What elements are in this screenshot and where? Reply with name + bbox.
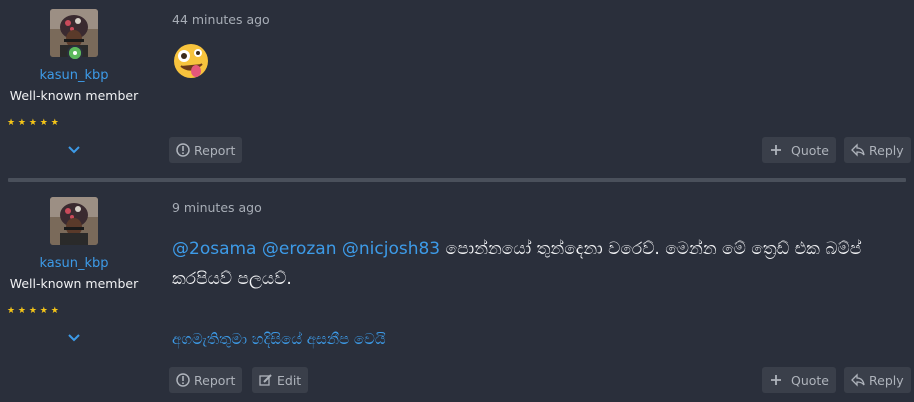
mention-link[interactable]: @erozan bbox=[262, 239, 337, 259]
quote-button[interactable]: Quote bbox=[762, 137, 837, 163]
edit-icon bbox=[259, 374, 272, 386]
avatar[interactable] bbox=[50, 197, 98, 245]
post-timestamp[interactable]: 44 minutes ago bbox=[172, 12, 270, 27]
reply-arrow-icon bbox=[851, 373, 865, 387]
report-button[interactable]: Report bbox=[169, 137, 243, 163]
post-content: @2osama @erozan @nicjosh83 පොන්නයෝ තුන්ද… bbox=[172, 234, 902, 294]
plus-icon bbox=[771, 145, 781, 155]
post-timestamp[interactable]: 9 minutes ago bbox=[172, 200, 262, 215]
user-title: Well-known member bbox=[9, 88, 139, 103]
edit-button[interactable]: Edit bbox=[252, 367, 309, 393]
message-post: kasun_kbp Well-known member ★ ★ ★ ★ ★ 9 … bbox=[0, 188, 914, 402]
warning-circle-icon bbox=[176, 373, 190, 387]
username-link[interactable]: kasun_kbp bbox=[0, 68, 148, 83]
username-link[interactable]: kasun_kbp bbox=[0, 256, 148, 271]
mention-link[interactable]: @2osama bbox=[172, 239, 256, 259]
reply-label: Reply bbox=[869, 372, 904, 388]
zany-face-emoji bbox=[172, 42, 212, 82]
report-label: Report bbox=[194, 142, 236, 158]
mention-link[interactable]: @nicjosh83 bbox=[342, 239, 440, 259]
quote-label: Quote bbox=[791, 372, 830, 388]
user-title: Well-known member bbox=[9, 276, 139, 291]
message-post: kasun_kbp Well-known member ★ ★ ★ ★ ★ 44… bbox=[0, 0, 914, 176]
user-rating-stars: ★ ★ ★ ★ ★ bbox=[7, 118, 59, 128]
reply-arrow-icon bbox=[851, 143, 865, 157]
user-rating-stars: ★ ★ ★ ★ ★ bbox=[7, 306, 59, 316]
chevron-down-icon[interactable] bbox=[64, 143, 84, 159]
report-label: Report bbox=[194, 372, 236, 388]
warning-circle-icon bbox=[176, 143, 190, 157]
reply-label: Reply bbox=[869, 142, 904, 158]
report-button[interactable]: Report bbox=[169, 367, 243, 393]
quote-label: Quote bbox=[791, 142, 830, 158]
reply-button[interactable]: Reply bbox=[844, 137, 911, 163]
signature-link[interactable]: අගමැතිතුමා හදිසියේ අසනීප වෙයි bbox=[172, 330, 386, 348]
post-divider bbox=[8, 178, 906, 182]
edit-label: Edit bbox=[277, 372, 302, 388]
reply-button[interactable]: Reply bbox=[844, 367, 911, 393]
online-status-icon bbox=[67, 45, 83, 61]
plus-icon bbox=[771, 375, 781, 385]
chevron-down-icon[interactable] bbox=[64, 331, 84, 347]
quote-button[interactable]: Quote bbox=[762, 367, 837, 393]
